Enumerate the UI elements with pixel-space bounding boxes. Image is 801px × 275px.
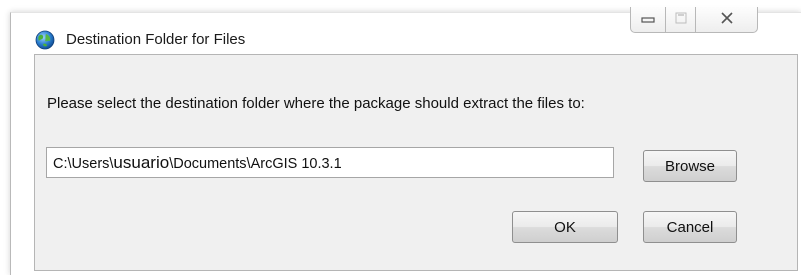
window-controls — [630, 7, 758, 33]
close-button[interactable] — [696, 7, 758, 33]
minimize-icon — [641, 11, 655, 29]
minimize-button[interactable] — [630, 7, 666, 33]
browse-button[interactable]: Browse — [643, 150, 737, 182]
instruction-text: Please select the destination folder whe… — [47, 95, 585, 112]
path-prefix: C:\Users\ — [53, 156, 114, 172]
path-suffix: \Documents\ArcGIS 10.3.1 — [169, 156, 342, 172]
globe-icon — [35, 30, 55, 50]
ok-button[interactable]: OK — [512, 211, 618, 243]
path-user: usuario — [113, 153, 170, 172]
maximize-icon — [675, 11, 687, 29]
destination-path-field[interactable]: C:\Users\usuario\Documents\ArcGIS 10.3.1 — [46, 147, 614, 178]
window-title: Destination Folder for Files — [66, 31, 246, 48]
cancel-button[interactable]: Cancel — [643, 211, 737, 243]
title-bar[interactable]: Destination Folder for Files — [11, 7, 801, 50]
dialog-window: Destination Folder for Files Please sele… — [10, 7, 801, 275]
close-icon — [720, 11, 734, 29]
dialog-content: Please select the destination folder whe… — [34, 54, 798, 271]
maximize-button[interactable] — [666, 7, 696, 33]
